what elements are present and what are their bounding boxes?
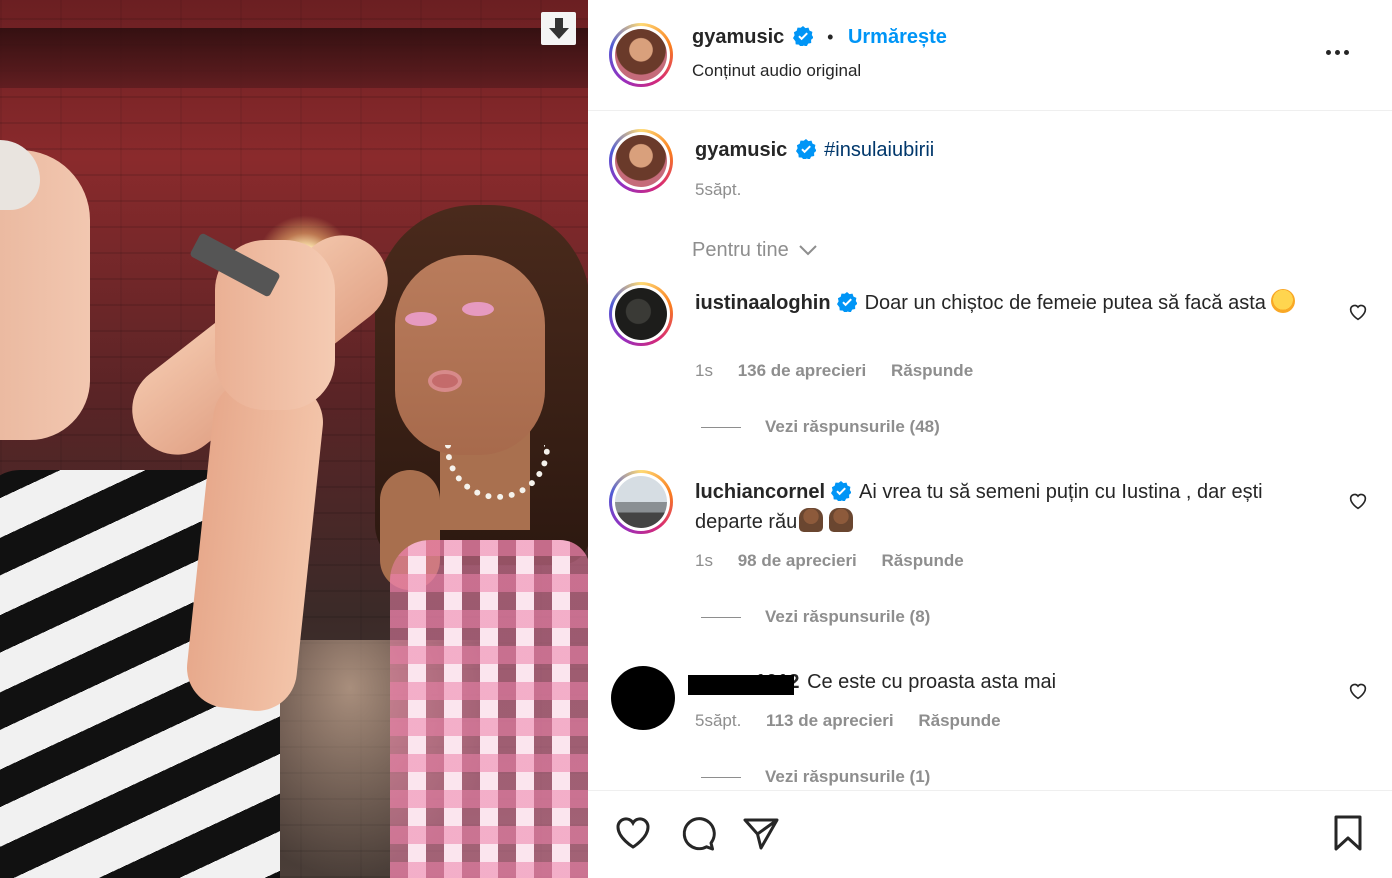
- woman-face: [395, 255, 545, 455]
- woman-eye-right: [462, 302, 494, 316]
- verified-badge-icon: [836, 292, 857, 312]
- pink-gingham-dress: [390, 540, 588, 878]
- reply-button[interactable]: Răspunde: [918, 711, 1000, 730]
- comment-icon[interactable]: [677, 813, 717, 853]
- more-icon-dot: [1344, 49, 1349, 55]
- ceiling-beam: [0, 28, 588, 88]
- verified-badge-icon: [792, 26, 813, 46]
- post-media[interactable]: [0, 0, 588, 878]
- comment-avatar[interactable]: [609, 282, 673, 346]
- replies-divider-line: [701, 777, 741, 779]
- post-header: gyamusic • Urmărește Conținut audio orig…: [588, 0, 1392, 111]
- caption-avatar-photo: [615, 135, 667, 187]
- comment-like-heart-icon[interactable]: [1348, 682, 1368, 700]
- comment: iustinaaloghin Doar un chiștoc de femeie…: [695, 288, 1325, 318]
- comment-like-heart-icon[interactable]: [1348, 303, 1368, 321]
- comment-meta: 1s 136 de aprecieri Răspunde: [695, 361, 993, 381]
- comment-text: Doar un chiștoc de femeie putea să facă …: [864, 292, 1266, 314]
- comment-avatar-photo: [615, 476, 667, 528]
- bookmark-icon[interactable]: [1328, 813, 1368, 853]
- redacted-avatar: [611, 666, 675, 730]
- author-avatar[interactable]: [609, 23, 673, 87]
- comment-sort-dropdown[interactable]: Pentru tine: [692, 239, 818, 262]
- post-actions-bar: [588, 790, 1392, 878]
- woman-eye-left: [405, 312, 437, 326]
- send-icon[interactable]: [741, 813, 781, 853]
- comment-text: Ce este cu proasta asta mai: [807, 671, 1057, 693]
- view-replies-button[interactable]: Vezi răspunsurile (1): [701, 767, 930, 787]
- download-icon: [548, 17, 569, 39]
- caption-username[interactable]: gyamusic: [695, 139, 787, 161]
- verified-badge-icon: [795, 139, 816, 159]
- rofl-emoji-icon: [1271, 289, 1296, 313]
- reply-button[interactable]: Răspunde: [891, 361, 973, 380]
- comment-meta: 5săpt. 113 de aprecieri Răspunde: [695, 711, 1021, 731]
- more-options-button[interactable]: [1326, 44, 1356, 60]
- view-replies-button[interactable]: Vezi răspunsurile (48): [701, 417, 940, 437]
- comment-time: 1s: [695, 361, 713, 380]
- comment-time: 1s: [695, 551, 713, 570]
- comment-likes[interactable]: 113 de aprecieri: [766, 711, 894, 730]
- separator-dot: •: [827, 27, 834, 47]
- more-icon-dot: [1335, 49, 1340, 55]
- comment-likes[interactable]: 136 de aprecieri: [738, 361, 867, 380]
- verified-badge-icon: [831, 481, 852, 501]
- comment-time: 5săpt.: [695, 711, 742, 730]
- caption-author-avatar[interactable]: [609, 129, 673, 193]
- comment-avatar[interactable]: [609, 470, 673, 534]
- facepalm-emoji-icon: [799, 508, 824, 532]
- caption-hashtag[interactable]: #insulaiubirii: [824, 139, 934, 161]
- download-button[interactable]: [541, 12, 576, 45]
- sort-label: Pentru tine: [692, 239, 789, 261]
- comment-username[interactable]: iustinaaloghin: [695, 292, 831, 314]
- view-replies-label: Vezi răspunsurile (1): [765, 767, 931, 786]
- replies-divider-line: [701, 617, 741, 619]
- more-icon: [1326, 49, 1331, 55]
- author-username[interactable]: gyamusic: [692, 26, 784, 48]
- caption-time: 5săpt.: [695, 180, 742, 199]
- chevron-down-icon: [799, 245, 818, 256]
- comment-likes[interactable]: 98 de aprecieri: [738, 551, 857, 570]
- view-replies-label: Vezi răspunsurile (48): [765, 417, 940, 436]
- heart-icon[interactable]: [613, 813, 653, 853]
- author-avatar-photo: [615, 29, 667, 81]
- replies-divider-line: [701, 427, 741, 429]
- comment-like-heart-icon[interactable]: [1348, 492, 1368, 510]
- comment: 1012 Ce este cu proasta asta mai: [755, 667, 1056, 697]
- woman-mouth: [428, 370, 462, 392]
- follow-button[interactable]: Urmărește: [848, 26, 947, 48]
- comment-avatar-photo: [615, 288, 667, 340]
- redacted-username: [688, 675, 794, 695]
- comment: luchiancornel Ai vrea tu să semeni puțin…: [695, 477, 1325, 537]
- post-details-panel: gyamusic • Urmărește Conținut audio orig…: [588, 0, 1392, 878]
- view-replies-label: Vezi răspunsurile (8): [765, 607, 931, 626]
- reply-button[interactable]: Răspunde: [882, 551, 964, 570]
- facepalm-emoji-icon: [828, 508, 853, 532]
- view-replies-button[interactable]: Vezi răspunsurile (8): [701, 607, 930, 627]
- comment-meta: 1s 98 de aprecieri Răspunde: [695, 551, 984, 571]
- audio-label[interactable]: Conținut audio original: [692, 61, 861, 81]
- comment-username[interactable]: luchiancornel: [695, 481, 825, 503]
